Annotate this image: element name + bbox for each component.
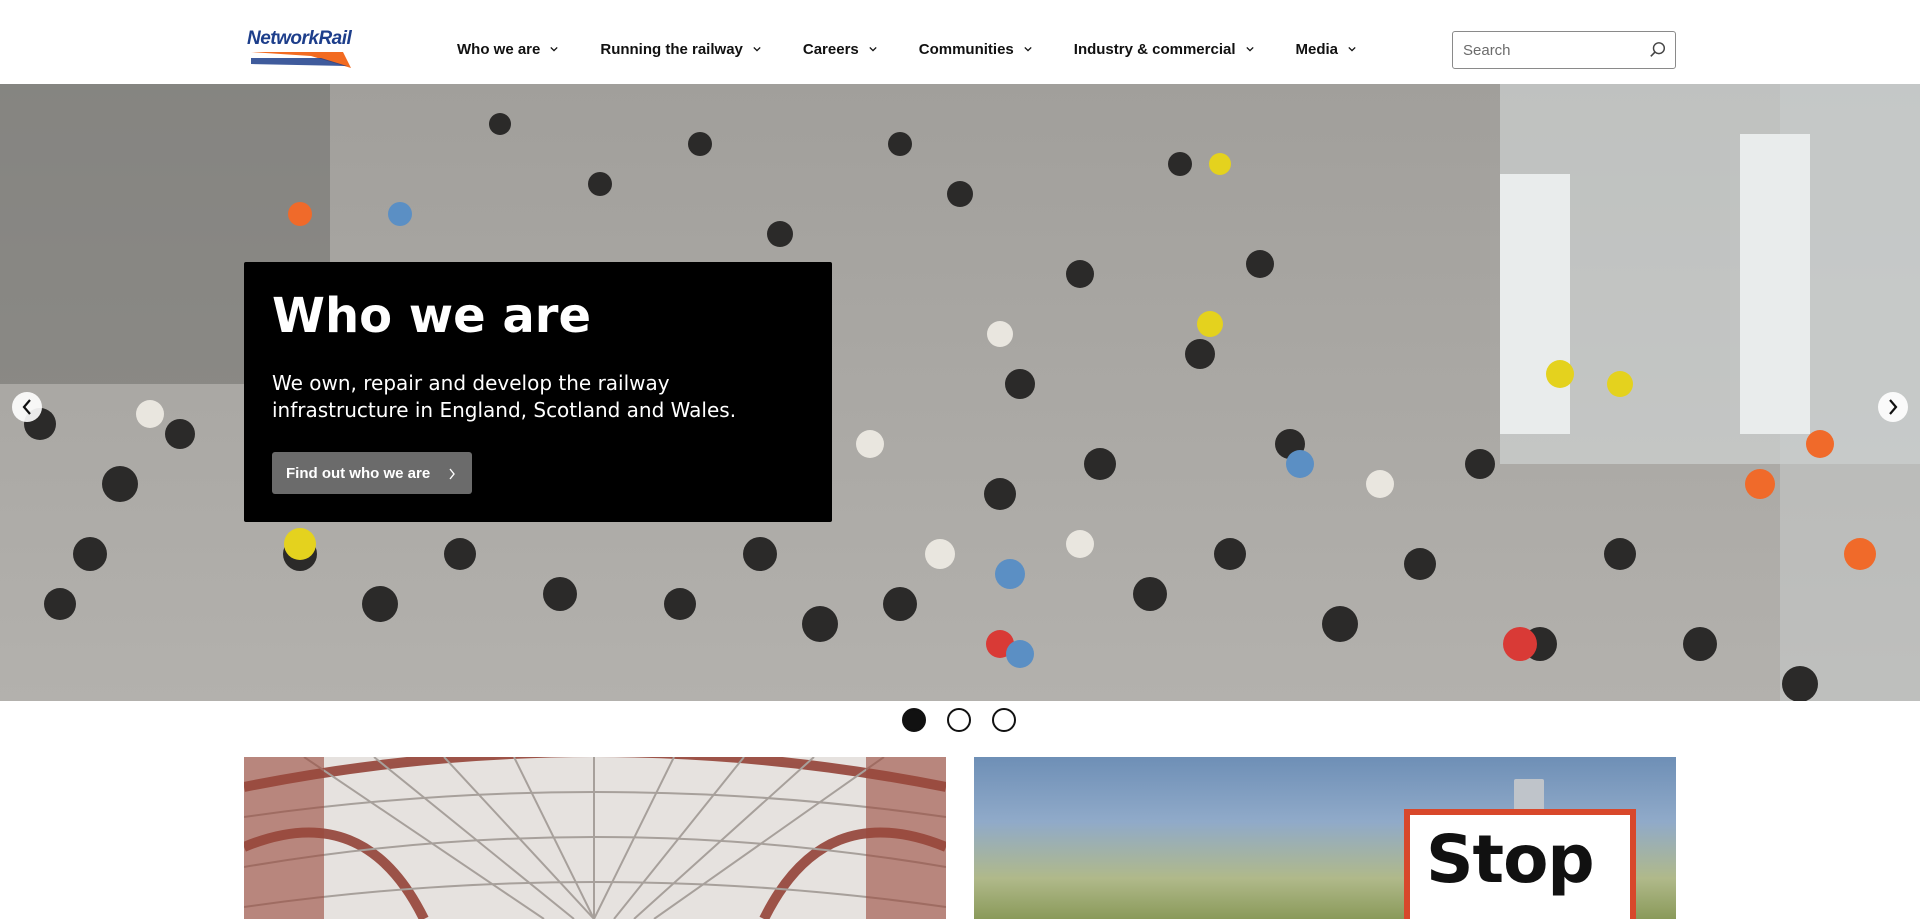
- nav-label: Running the railway: [600, 40, 743, 58]
- nav-label: Communities: [918, 40, 1014, 58]
- hero-description: We own, repair and develop the railway i…: [272, 371, 737, 422]
- station-roof-image: [244, 757, 946, 919]
- chevron-left-icon: [22, 399, 31, 415]
- nav-running-the-railway[interactable]: Running the railway: [600, 38, 761, 60]
- nav-label: Careers: [802, 40, 859, 58]
- feature-card-stop-sign[interactable]: Stop: [974, 757, 1676, 919]
- chevron-down-icon: [869, 46, 877, 52]
- carousel-dot-3[interactable]: [992, 708, 1016, 732]
- chevron-down-icon: [1348, 46, 1356, 52]
- site-header: NetworkRail Who we are Running the railw…: [0, 0, 1920, 84]
- main-navigation: Who we are Running the railway Careers C…: [457, 38, 1356, 60]
- nav-industry-commercial[interactable]: Industry & commercial: [1074, 38, 1254, 60]
- carousel-dot-1[interactable]: [902, 708, 926, 732]
- sign-text: Stop: [1426, 821, 1595, 898]
- chevron-down-icon: [1024, 46, 1032, 52]
- find-out-who-we-are-button[interactable]: Find out who we are: [272, 452, 472, 494]
- logo-wordmark: NetworkRail: [247, 28, 352, 49]
- nav-label: Media: [1295, 40, 1339, 58]
- hero-title: Who we are: [272, 288, 592, 344]
- chevron-down-icon: [753, 46, 761, 52]
- nav-communities[interactable]: Communities: [919, 38, 1032, 60]
- carousel-dot-2[interactable]: [947, 708, 971, 732]
- logo-swoosh-icon: [251, 52, 351, 68]
- nav-label: Who we are: [457, 40, 541, 58]
- carousel-indicators: [902, 708, 1016, 732]
- search-input[interactable]: [1463, 40, 1643, 60]
- network-rail-logo[interactable]: NetworkRail: [247, 28, 353, 68]
- sign-post: [1514, 779, 1544, 813]
- hero-carousel: Who we are We own, repair and develop th…: [0, 84, 1920, 701]
- chevron-right-icon: [1889, 399, 1898, 415]
- nav-media[interactable]: Media: [1296, 38, 1357, 60]
- cta-label: Find out who we are: [286, 464, 431, 482]
- search-box: [1452, 31, 1676, 69]
- feature-card-station-roof[interactable]: [244, 757, 946, 919]
- chevron-right-icon: [449, 468, 455, 480]
- carousel-next-button[interactable]: [1878, 392, 1908, 422]
- hero-caption-panel: Who we are We own, repair and develop th…: [244, 262, 832, 522]
- nav-who-we-are[interactable]: Who we are: [457, 38, 559, 60]
- stop-sign-image: Stop: [1404, 809, 1636, 919]
- chevron-down-icon: [550, 46, 559, 52]
- nav-label: Industry & commercial: [1073, 40, 1236, 58]
- search-icon[interactable]: [1649, 41, 1667, 59]
- nav-careers[interactable]: Careers: [803, 38, 877, 60]
- carousel-prev-button[interactable]: [12, 392, 42, 422]
- chevron-down-icon: [1245, 46, 1254, 52]
